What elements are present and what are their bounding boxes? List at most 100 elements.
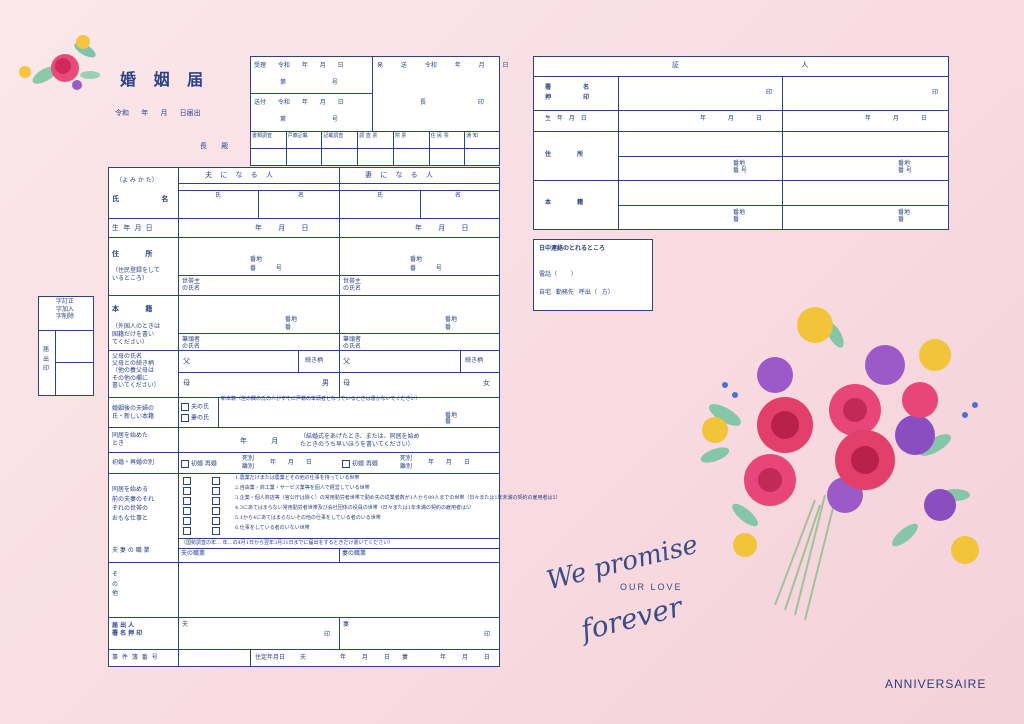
husband-signer: 夫 bbox=[182, 621, 189, 628]
wife-death-divorce: 死別 離別 bbox=[400, 455, 413, 470]
witness2-address-banchi: 番地 番 号 bbox=[898, 160, 912, 175]
check-cell: 戸籍記載 bbox=[287, 133, 308, 139]
husband-ban2: 番地 番 bbox=[285, 316, 298, 331]
wife-first-checkbox[interactable] bbox=[342, 460, 350, 468]
husband-first-checkbox[interactable] bbox=[181, 460, 189, 468]
wife-seal: 印 bbox=[484, 631, 491, 638]
husband-occupation-checkbox[interactable] bbox=[183, 527, 191, 535]
husband-mei: 名 bbox=[298, 192, 305, 199]
check-cell: 書類調査 bbox=[252, 133, 273, 139]
submission-date: 令和 年 月 日届出 bbox=[115, 109, 201, 117]
census-note: （国勢調査の年… 年…の4月1日から翌年3月31日までに届出をするときだけ書いて… bbox=[181, 540, 394, 546]
wife-ban2: 番地 番 bbox=[445, 316, 458, 331]
husband-occupation-checkbox[interactable] bbox=[183, 497, 191, 505]
husband-seal: 印 bbox=[324, 631, 331, 638]
wife-occupation-checkbox[interactable] bbox=[212, 527, 220, 535]
sent-number: 第 号 bbox=[280, 116, 338, 123]
husband-ban: 番 号 bbox=[250, 265, 282, 272]
check-cell: 通 知 bbox=[466, 133, 478, 139]
husband-header: 夫 に な る 人 bbox=[205, 171, 273, 179]
witness2-seal: 印 bbox=[932, 89, 939, 96]
signer-label: 届 出 人 署 名 押 印 bbox=[112, 622, 143, 638]
wife-banchi: 番地 bbox=[410, 256, 423, 263]
form-title: 婚 姻 届 bbox=[120, 70, 210, 89]
parents-label: 父母の氏名 父母との続き柄 （他の養父母は その他の欄に 書いてください） bbox=[112, 353, 160, 389]
seal-label: 届 出 印 bbox=[43, 346, 50, 373]
occupation-option: 2.自由業・商工業・サービス業等を個人で経営している世帯 bbox=[235, 485, 370, 491]
residence-husband: 夫 bbox=[300, 654, 307, 661]
husband-occupation-checkbox[interactable] bbox=[183, 487, 191, 495]
husband-death-divorce: 死別 離別 bbox=[242, 455, 255, 470]
script-forever: forever bbox=[577, 590, 686, 647]
wife-occupation-checkbox[interactable] bbox=[212, 517, 220, 525]
husband-job: 夫の職業 bbox=[181, 550, 206, 557]
husband-birth-ymd: 年 月 日 bbox=[255, 224, 309, 232]
witness-box bbox=[533, 56, 949, 230]
wife-sei: 氏 bbox=[377, 192, 384, 199]
husband-household-head: 世帯主 の氏名 bbox=[182, 278, 201, 293]
wife-mei: 名 bbox=[455, 192, 462, 199]
occupation-option: 3.企業・個人商店等（官公庁は除く）の常用勤労者世帯で勤め先の従業者数が1人から… bbox=[235, 495, 561, 501]
husband-surname-option: 夫の氏 bbox=[191, 403, 210, 411]
daughter-label: 女 bbox=[483, 379, 490, 387]
contact-phone: 電話（ ） bbox=[539, 271, 577, 278]
wife-relation: 続き柄 bbox=[465, 357, 484, 364]
contact-places: 自宅 勤務先 呼出（ 方） bbox=[539, 289, 614, 296]
wife-occupation-checkbox[interactable] bbox=[212, 487, 220, 495]
check-cell: 調 査 票 bbox=[359, 133, 378, 139]
main-form bbox=[108, 167, 500, 667]
wife-occupation-checkbox[interactable] bbox=[212, 477, 220, 485]
marriage-registration-form: 婚 姻 届 令和 年 月 日届出 長 殿 受理 令和 年 月 日 第 号 送付 … bbox=[0, 0, 1024, 724]
case-number-label: 事 件 簿 番 号 bbox=[112, 654, 158, 661]
husband-mother: 母 bbox=[183, 379, 190, 387]
husband-surname-checkbox[interactable] bbox=[181, 403, 189, 411]
husband-banchi: 番地 bbox=[250, 256, 263, 263]
other-label: そ の 他 bbox=[112, 571, 119, 598]
first-marriage-label: 初婚・再婚の別 bbox=[112, 459, 155, 466]
husband-relation: 続き柄 bbox=[305, 357, 324, 364]
check-cell: 住 民 票 bbox=[430, 133, 449, 139]
cohabit-label: 同居を始めた とき bbox=[112, 432, 149, 448]
witness1-address-banchi: 番地 番 号 bbox=[733, 160, 747, 175]
addressee: 長 殿 bbox=[200, 142, 229, 150]
wife-first-marriage: 初婚 再婚 bbox=[352, 460, 378, 468]
occupation-option: 1.農業だけまたは農業とその他の仕事を持っている世帯 bbox=[235, 475, 360, 481]
husband-occupation-checkbox[interactable] bbox=[183, 477, 191, 485]
witness1-seal: 印 bbox=[766, 89, 773, 96]
wife-hittousha: 筆頭者 の氏名 bbox=[343, 336, 362, 351]
husband-occupation-checkbox[interactable] bbox=[183, 507, 191, 515]
name-label: 氏 名 bbox=[112, 194, 169, 203]
wife-header: 妻 に な る 人 bbox=[365, 171, 433, 179]
wife-father: 父 bbox=[343, 357, 350, 365]
birthdate-label: 生 年 月 日 bbox=[112, 224, 153, 232]
husband-hittousha: 筆頭者 の氏名 bbox=[182, 336, 201, 351]
cohabit-value: 年 月 bbox=[240, 437, 279, 445]
bouquet-decoration-icon bbox=[700, 307, 979, 621]
husband-occupation-checkbox[interactable] bbox=[183, 517, 191, 525]
new-honseki-ban: 番地 番 bbox=[445, 412, 458, 425]
wife-occupation-checkbox[interactable] bbox=[212, 507, 220, 515]
occupation-option: 4.3にあてはまらない常用勤労者世帯及び会社団体の役員の世帯（日々または1年未満… bbox=[235, 505, 475, 511]
wife-occupation-checkbox[interactable] bbox=[212, 497, 220, 505]
forward-date: 発 送 令和 年 月 日 bbox=[377, 62, 509, 69]
wife-signer: 妻 bbox=[343, 621, 350, 628]
check-cell: 記載調査 bbox=[323, 133, 344, 139]
brand-logo: ANNIVERSAIRE bbox=[885, 677, 987, 691]
flower-decoration-icon bbox=[19, 35, 100, 90]
witness-signature-label: 署 名 押 印 bbox=[545, 84, 590, 101]
address-label: 住 所 bbox=[112, 249, 153, 258]
residence-wife-date: 年 月 日 bbox=[440, 654, 490, 661]
wife-household-head: 世帯主 の氏名 bbox=[343, 278, 362, 293]
receipt-sent: 送付 令和 年 月 日 bbox=[254, 99, 344, 106]
wife-job: 妻の職業 bbox=[342, 550, 367, 557]
husband-first-marriage: 初婚 再婚 bbox=[191, 460, 217, 468]
occupation-option: 5.1から4にあてはまらないその他の仕事をしている者のいる世帯 bbox=[235, 515, 381, 521]
occupation-option: 6.仕事をしている者のいない世帯 bbox=[235, 525, 310, 531]
honseki-note: （外国人のときは 国籍だけを書い てください） bbox=[112, 323, 161, 346]
wife-surname-checkbox[interactable] bbox=[181, 414, 189, 422]
receipt-accepted: 受理 令和 年 月 日 bbox=[254, 62, 344, 69]
wife-mother: 母 bbox=[343, 379, 350, 387]
check-cell: 附 票 bbox=[394, 133, 407, 139]
correction-label: 字訂正 字加入 字削除 bbox=[56, 298, 75, 320]
contact-title: 日中連絡のとれるところ bbox=[539, 245, 606, 252]
